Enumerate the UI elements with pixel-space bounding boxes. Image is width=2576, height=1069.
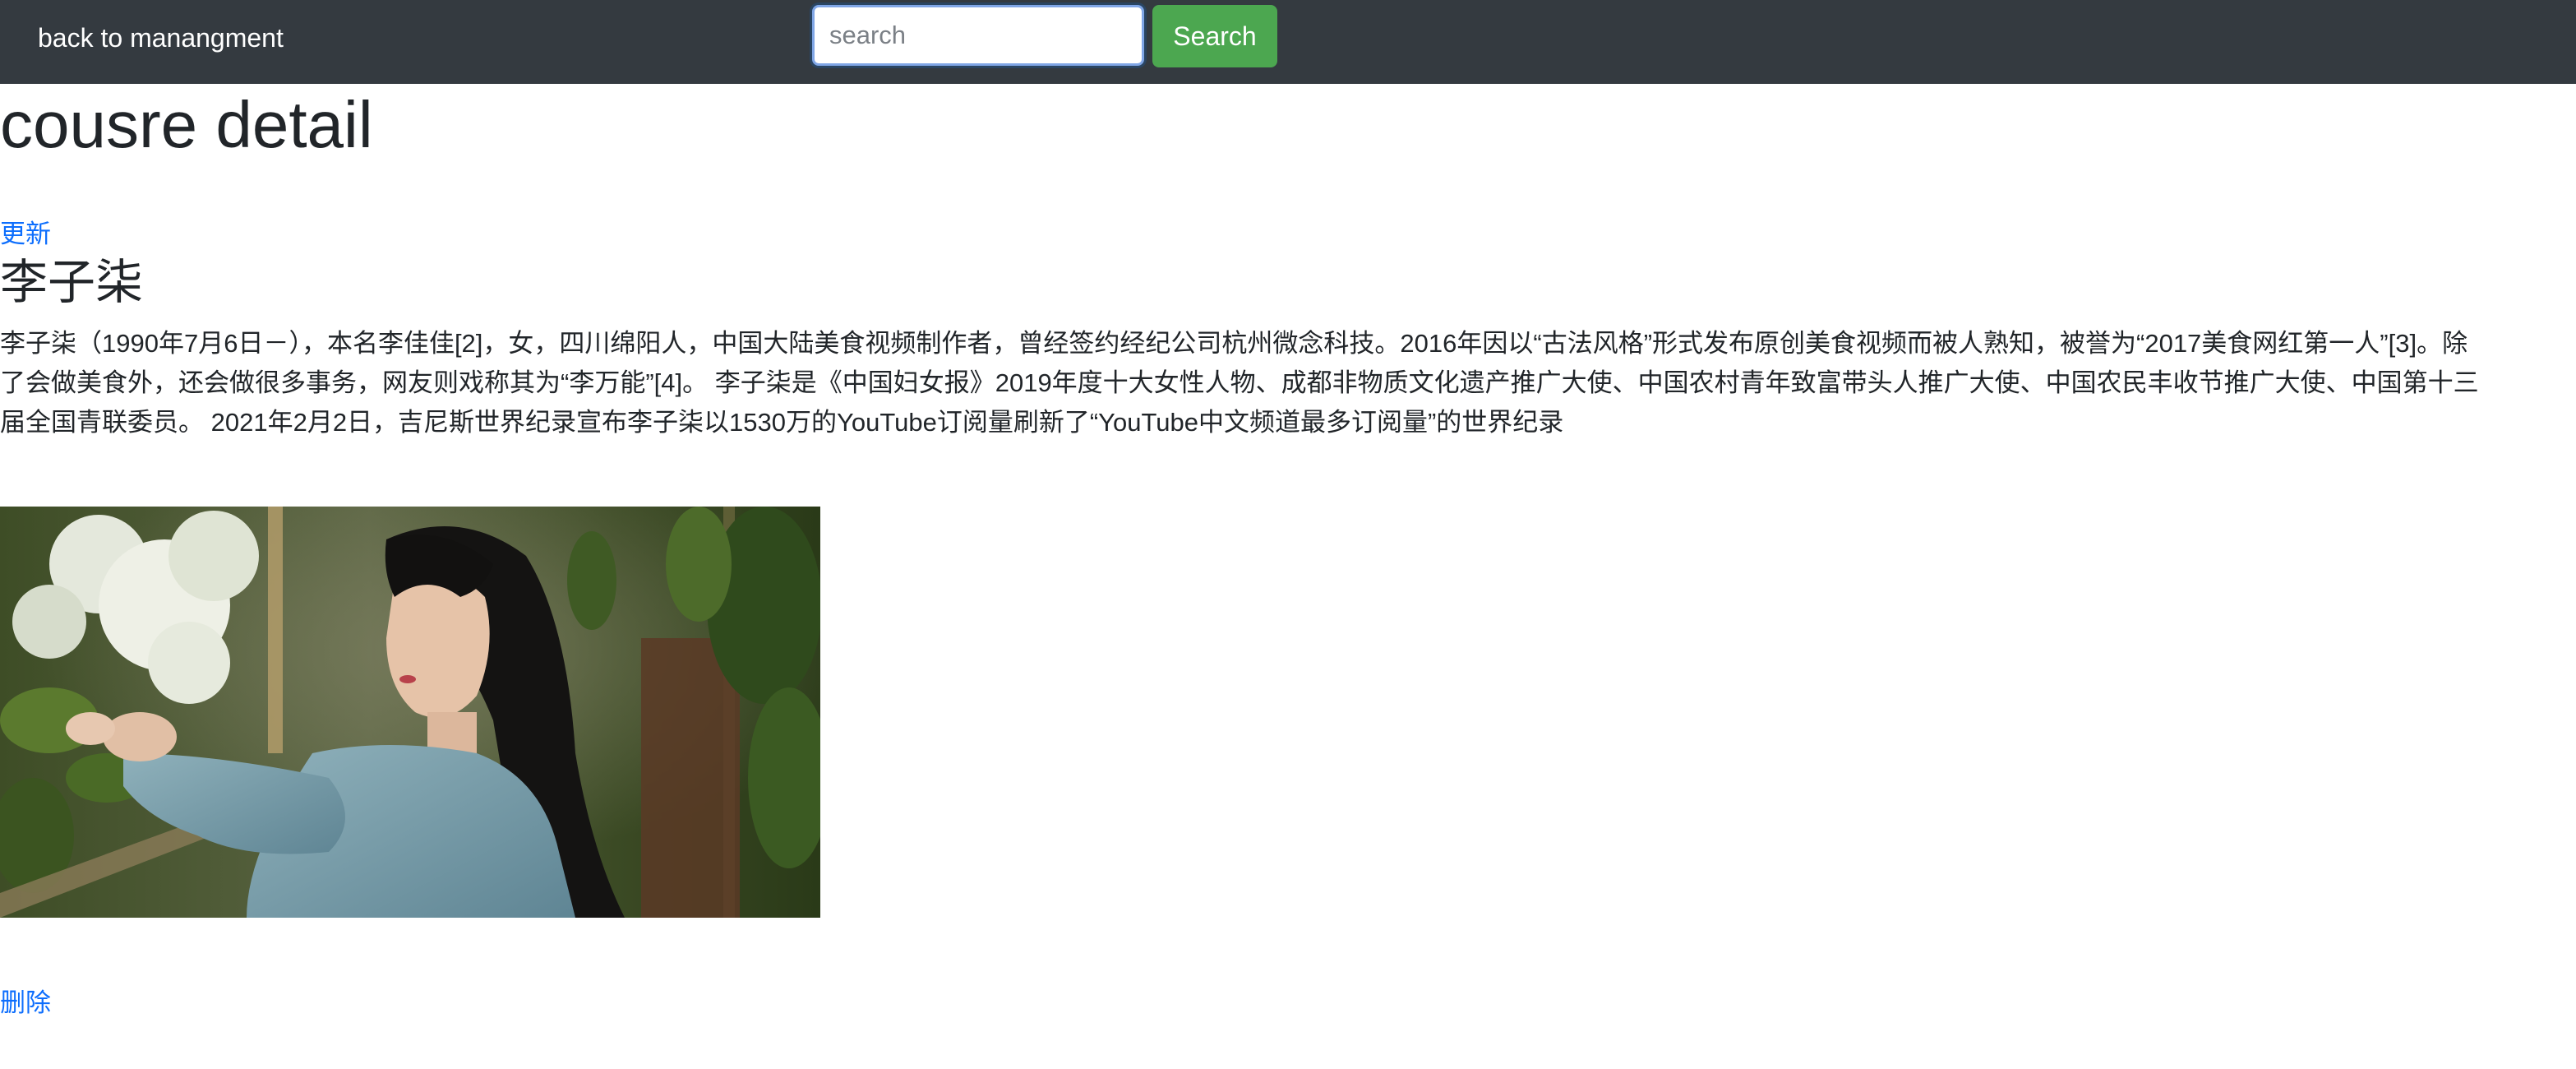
description-line: 李子柒（1990年7月6日－），本名李佳佳[2]，女，四川绵阳人，中国大陆美食视… [0, 329, 2468, 358]
search-button[interactable]: Search [1152, 5, 1277, 67]
top-navbar: back to manangment Search [0, 0, 2576, 84]
course-photo [0, 507, 820, 918]
page-title: cousre detail [0, 88, 373, 161]
course-description: 李子柒（1990年7月6日－），本名李佳佳[2]，女，四川绵阳人，中国大陆美食视… [0, 324, 2576, 442]
search-input[interactable] [812, 5, 1144, 66]
delete-link[interactable]: 删除 [0, 987, 51, 1020]
back-to-management-link[interactable]: back to manangment [38, 20, 284, 56]
description-line: 届全国青联委员。 2021年2月2日，吉尼斯世界纪录宣布李子柒以1530万的Yo… [0, 408, 1564, 437]
course-name: 李子柒 [0, 256, 144, 309]
description-line: 了会做美食外，还会做很多事务，网友则戏称其为“李万能”[4]。 李子柒是《中国妇… [0, 368, 2479, 397]
update-link[interactable]: 更新 [0, 218, 51, 251]
